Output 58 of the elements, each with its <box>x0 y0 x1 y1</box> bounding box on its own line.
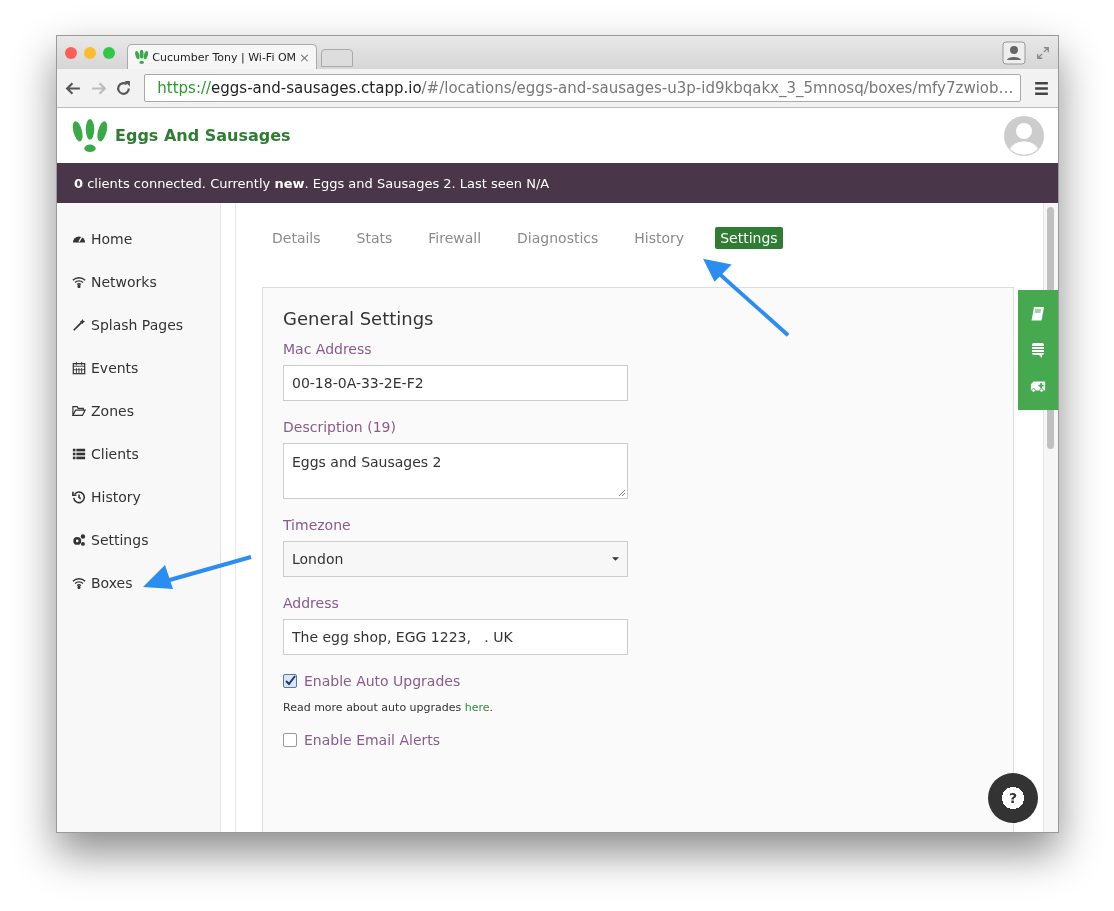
menu-icon[interactable] <box>1033 79 1050 97</box>
sidebar-item[interactable]: Home <box>57 217 220 260</box>
checkbox-label[interactable]: Enable Auto Upgrades <box>304 673 461 689</box>
close-tab-button[interactable]: × <box>299 49 310 65</box>
calendar-icon <box>72 360 86 375</box>
field-label: Mac Address <box>283 341 373 357</box>
list-icon <box>72 446 86 461</box>
history-icon <box>72 489 86 504</box>
chat-icon[interactable] <box>1030 342 1046 358</box>
reload-icon[interactable] <box>115 79 132 97</box>
sidebar-item[interactable]: Events <box>57 346 220 389</box>
address-bar[interactable]: https://eggs-and-sausages.ctapp.io/#/locations/eggs-and-sausages-u3p-id9kbqakx_3_5mnosq/boxes/mfy7zwiob… <box>144 74 1021 102</box>
help-link[interactable]: here <box>464 701 490 714</box>
section-title: General Settings <box>283 308 435 329</box>
input-field[interactable]: 00-18-0A-33-2E-F2 <box>283 365 628 401</box>
book-icon[interactable] <box>1030 306 1046 322</box>
text-area[interactable]: Eggs and Sausages 2 <box>283 443 628 499</box>
folder-icon <box>72 403 86 418</box>
tab[interactable]: History <box>629 227 690 249</box>
tab-title: Cucumber Tony | Wi-Fi OM <box>152 50 297 64</box>
sidebar-item[interactable]: Settings <box>57 518 220 561</box>
avatar-icon[interactable] <box>1004 115 1044 156</box>
caret-icon <box>612 557 619 561</box>
sidebar-item[interactable]: Networks <box>57 260 220 303</box>
sidebar-item[interactable]: Clients <box>57 432 220 475</box>
expand-icon[interactable] <box>1036 45 1050 60</box>
resize-grip-icon[interactable] <box>618 489 626 497</box>
sidebar-item[interactable]: Zones <box>57 389 220 432</box>
leaf-logo-icon <box>134 49 150 65</box>
tab[interactable]: Diagnostics <box>512 227 604 249</box>
zoom-window-icon[interactable] <box>103 46 115 59</box>
sidebar-item[interactable]: Splash Pages <box>57 303 220 346</box>
checkbox[interactable] <box>283 674 297 688</box>
dropdown[interactable]: London <box>283 541 628 577</box>
checkbox-label[interactable]: Enable Email Alerts <box>304 732 441 748</box>
sidebar-item[interactable]: History <box>57 475 220 518</box>
magic-wand-icon <box>72 317 86 332</box>
brand-name[interactable]: Eggs And Sausages <box>115 126 291 145</box>
wifi-icon <box>72 575 86 590</box>
field-label: Address <box>283 595 340 611</box>
field-label: Timezone <box>283 517 352 533</box>
new-tab-button[interactable] <box>321 49 353 67</box>
status-message: 0 clients connected. Currently new. Eggs and Sausages 2. Last seen N/A <box>74 175 550 191</box>
wifi-icon <box>72 274 86 289</box>
help-button[interactable]: ? <box>988 773 1038 823</box>
sidebar-item[interactable]: Boxes <box>57 561 220 604</box>
help-text: Read more about auto upgrades here. <box>283 701 495 714</box>
person-icon[interactable] <box>1002 40 1026 65</box>
field-label: Description (19) <box>283 419 397 435</box>
checkbox[interactable] <box>283 733 297 747</box>
gears-icon <box>72 532 86 547</box>
leaf-logo-icon <box>71 117 109 154</box>
browser-tab[interactable]: Cucumber Tony | Wi-Fi OM × <box>127 44 317 69</box>
input-field[interactable]: The egg shop, EGG 1223, . UK <box>283 619 628 655</box>
tab[interactable]: Firewall <box>423 227 487 249</box>
tab[interactable]: Settings <box>715 227 783 249</box>
tab[interactable]: Details <box>267 227 326 249</box>
close-window-icon[interactable] <box>65 46 77 59</box>
